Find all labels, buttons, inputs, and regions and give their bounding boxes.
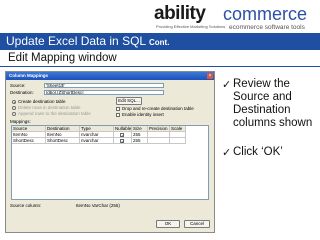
logo-subtitle: ecommerce software tools [229,24,305,31]
edit-sql-button[interactable]: Edit SQL... [116,97,142,105]
destination-label: Destination: [10,90,34,95]
dialog-title: Column Mappings [9,73,48,78]
nullable-checkbox[interactable]: ✓ [120,139,124,143]
checkmark-icon: ✓ [222,147,232,159]
slide-title: Update Excel Data in SQL Cont. [6,34,169,50]
create-table-radio[interactable] [12,100,16,104]
nullable-checkbox[interactable]: ✓ [120,133,124,137]
source-column-value: ItemNo VarChar (255) [76,203,120,208]
enable-identity-checkbox[interactable] [116,113,120,117]
grid-cell-size[interactable]: 255 [132,138,148,144]
cancel-button[interactable]: Cancel [184,220,210,228]
delete-rows-radio[interactable] [12,106,16,110]
logo-brand-ability: ability [154,3,206,24]
source-label: Source: [10,83,26,88]
header-divider [0,66,320,67]
list-item-text: Review the Source and Destination column… [233,78,313,129]
close-icon[interactable]: × [207,73,213,79]
grid-cell-source: ShortDesc [12,138,46,144]
slide-title-bar: Update Excel Data in SQL Cont. [0,33,320,50]
create-table-label: Create destination table [18,99,66,104]
slide-title-text: Update Excel Data in SQL [6,34,146,48]
dialog-title-bar: Column Mappings [6,72,214,80]
grid-cell-precision[interactable] [148,138,170,144]
grid-cell-scale[interactable] [170,138,186,144]
company-logo: ability Providing Effective Marketing So… [154,4,314,36]
grid-cell-nullable[interactable]: ✓ [114,138,132,144]
logo-tagline: Providing Effective Marketing Solutions [156,24,226,29]
grid-cell-destination[interactable]: ShortDesc [46,138,80,144]
list-item-text: Click ‘OK’ [233,146,283,158]
ok-button[interactable]: OK [156,220,180,228]
drop-recreate-checkbox[interactable] [116,107,120,111]
enable-identity-label: Enable identity insert [122,112,164,117]
column-mappings-dialog: Column Mappings × Source: 'Sheet1$' Dest… [5,71,215,233]
delete-rows-label: Delete rows in destination table [18,105,81,110]
destination-field: [dbo].[ZShortDesc] [44,90,164,95]
source-column-label: Source column: [10,203,42,208]
append-rows-radio[interactable] [12,112,16,116]
slide-title-cont: Cont. [148,38,170,47]
source-field: 'Sheet1$' [44,83,164,88]
mappings-grid[interactable]: Source Destination Type Nullable Size Pr… [11,125,209,200]
mappings-label: Mappings: [10,119,31,124]
checkmark-icon: ✓ [222,79,232,91]
slide-subtitle: Edit Mapping window [8,52,117,64]
grid-cell-type[interactable]: nvarchar [80,138,114,144]
append-rows-label: Append rows to the destination table [18,111,91,116]
logo-brand-commerce: commerce [223,4,308,24]
table-row[interactable]: ShortDesc ShortDesc nvarchar ✓ 255 [12,138,208,144]
drop-recreate-label: Drop and re-create destination table [122,106,194,111]
